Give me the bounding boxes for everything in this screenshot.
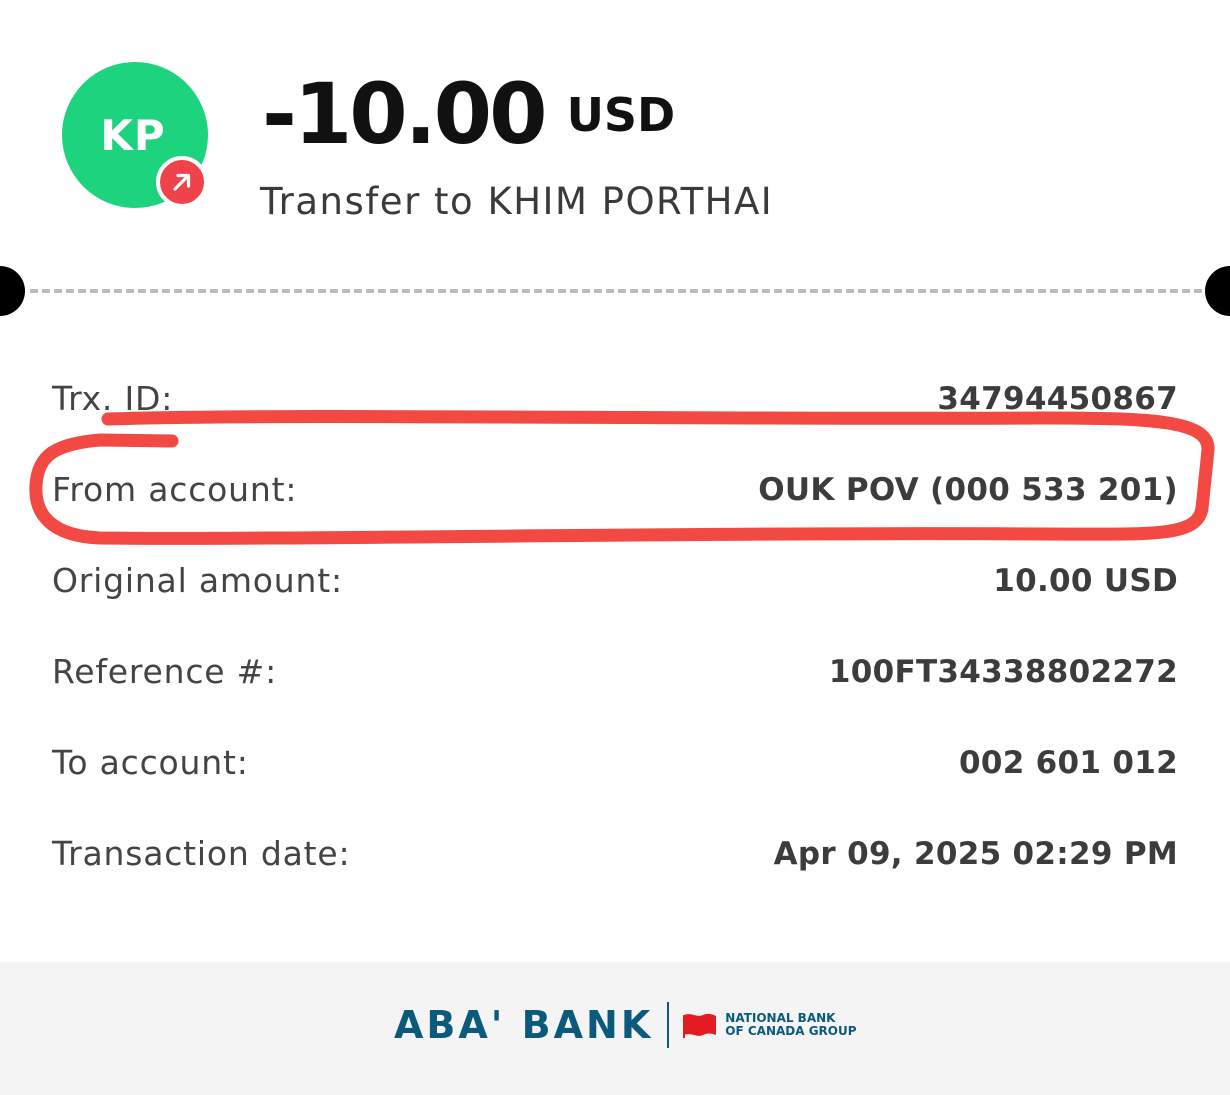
detail-value: 002 601 012 bbox=[958, 745, 1178, 781]
detail-row-transaction-date: Transaction date: Apr 09, 2025 02:29 PM bbox=[52, 825, 1178, 916]
detail-label: Original amount: bbox=[52, 561, 343, 600]
amount-currency: USD bbox=[566, 88, 676, 142]
avatar-initials: KP bbox=[100, 110, 166, 160]
perforation-notch-left bbox=[0, 266, 25, 316]
detail-value: 100FT34338802272 bbox=[828, 654, 1178, 690]
detail-row-to-account: To account: 002 601 012 bbox=[52, 734, 1178, 825]
national-bank-flag-icon bbox=[683, 1013, 717, 1038]
detail-label: From account: bbox=[52, 470, 298, 509]
transaction-details: Trx. ID: 34794450867 From account: OUK P… bbox=[52, 370, 1178, 916]
detail-row-reference: Reference #: 100FT34338802272 bbox=[52, 643, 1178, 734]
detail-value: 34794450867 bbox=[937, 381, 1178, 417]
detail-value: 10.00 USD bbox=[993, 563, 1178, 599]
detail-row-original-amount: Original amount: 10.00 USD bbox=[52, 552, 1178, 643]
perforation-divider bbox=[30, 289, 1202, 293]
detail-label: Reference #: bbox=[52, 652, 278, 691]
detail-row-trx-id: Trx. ID: 34794450867 bbox=[52, 370, 1178, 461]
transaction-receipt: KP -10.00 USD Transfer to KHIM PORTHAI T… bbox=[0, 0, 1230, 1095]
detail-row-from-account: From account: OUK POV (000 533 201) bbox=[52, 461, 1178, 552]
amount-row: -10.00 USD bbox=[262, 72, 675, 156]
perforation-notch-right bbox=[1205, 266, 1230, 316]
detail-value: Apr 09, 2025 02:29 PM bbox=[773, 836, 1178, 872]
bank-name: ABA' BANK bbox=[394, 1003, 654, 1047]
detail-label: Transaction date: bbox=[52, 834, 351, 873]
group-line-2: OF CANADA GROUP bbox=[725, 1024, 857, 1038]
group-affiliation: NATIONAL BANK OF CANADA GROUP bbox=[725, 1012, 856, 1038]
receipt-footer: ABA' BANK NATIONAL BANK OF CANADA GROUP bbox=[0, 962, 1230, 1095]
logo-divider bbox=[667, 1002, 670, 1048]
detail-label: Trx. ID: bbox=[52, 379, 174, 418]
arrow-up-right-icon bbox=[156, 156, 208, 208]
detail-label: To account: bbox=[52, 743, 249, 782]
detail-value: OUK POV (000 533 201) bbox=[758, 472, 1178, 508]
bank-logo: ABA' BANK NATIONAL BANK OF CANADA GROUP bbox=[394, 1002, 857, 1048]
transaction-amount: -10.00 bbox=[262, 65, 548, 163]
transfer-description: Transfer to KHIM PORTHAI bbox=[260, 180, 774, 223]
